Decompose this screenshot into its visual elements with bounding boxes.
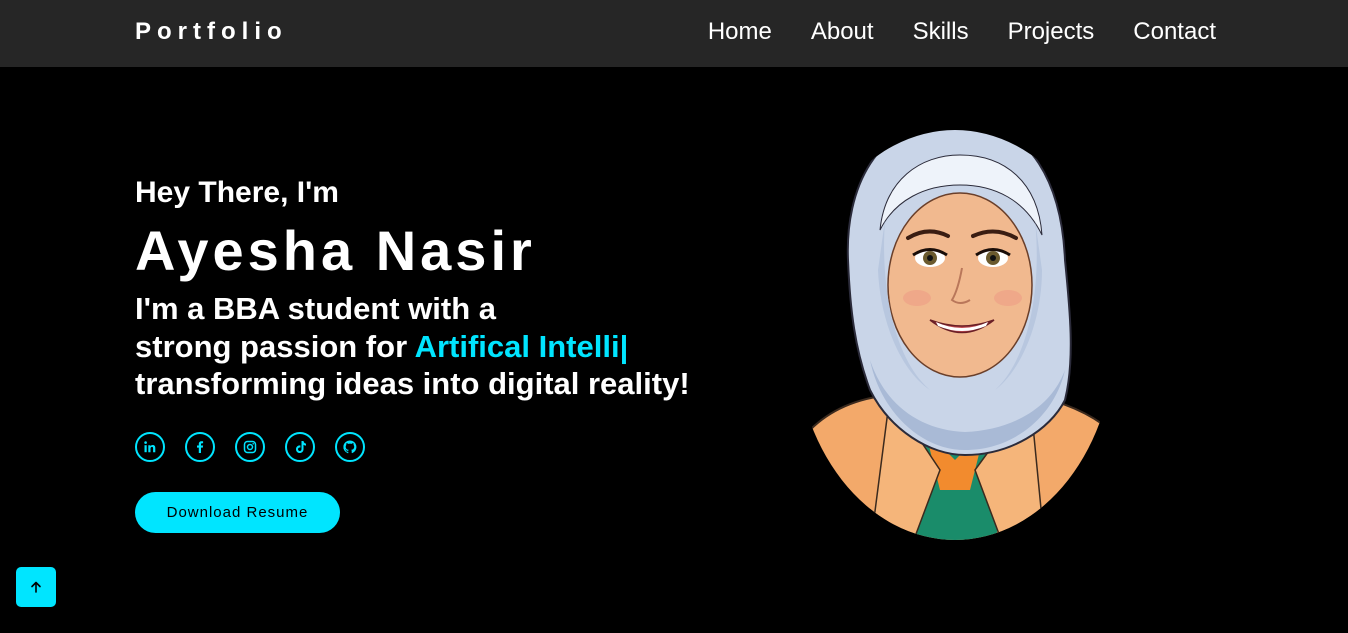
linkedin-icon[interactable] bbox=[135, 432, 165, 462]
nav-links: Home About Skills Projects Contact bbox=[708, 18, 1216, 46]
hero-tagline: I'm a BBA student with a strong passion … bbox=[135, 290, 690, 403]
tagline-line-2-prefix: strong passion for bbox=[135, 328, 415, 364]
tagline-line-3: transforming ideas into digital reality! bbox=[135, 366, 690, 401]
nav-home-link[interactable]: Home bbox=[708, 18, 772, 46]
tagline-line-2: strong passion for Artifical Intelli| bbox=[135, 328, 690, 366]
navbar: Portfolio Home About Skills Projects Con… bbox=[0, 0, 1348, 67]
scroll-to-top-button[interactable] bbox=[16, 567, 56, 607]
nav-skills-link[interactable]: Skills bbox=[913, 18, 969, 46]
avatar-illustration bbox=[780, 110, 1130, 550]
nav-projects-link[interactable]: Projects bbox=[1008, 18, 1095, 46]
typed-text: Artifical Intelli| bbox=[414, 328, 629, 364]
download-resume-button[interactable]: Download Resume bbox=[135, 492, 340, 533]
brand-logo[interactable]: Portfolio bbox=[135, 18, 288, 46]
nav-about-link[interactable]: About bbox=[811, 18, 874, 46]
facebook-icon[interactable] bbox=[185, 432, 215, 462]
tiktok-icon[interactable] bbox=[285, 432, 315, 462]
nav-contact-link[interactable]: Contact bbox=[1133, 18, 1216, 46]
instagram-icon[interactable] bbox=[235, 432, 265, 462]
github-icon[interactable] bbox=[335, 432, 365, 462]
arrow-up-icon bbox=[31, 581, 41, 593]
hero-greeting: Hey There, I'm bbox=[135, 176, 339, 209]
tagline-line-1: I'm a BBA student with a bbox=[135, 291, 497, 326]
hero-name: Ayesha Nasir bbox=[135, 219, 536, 282]
social-links bbox=[135, 432, 365, 462]
